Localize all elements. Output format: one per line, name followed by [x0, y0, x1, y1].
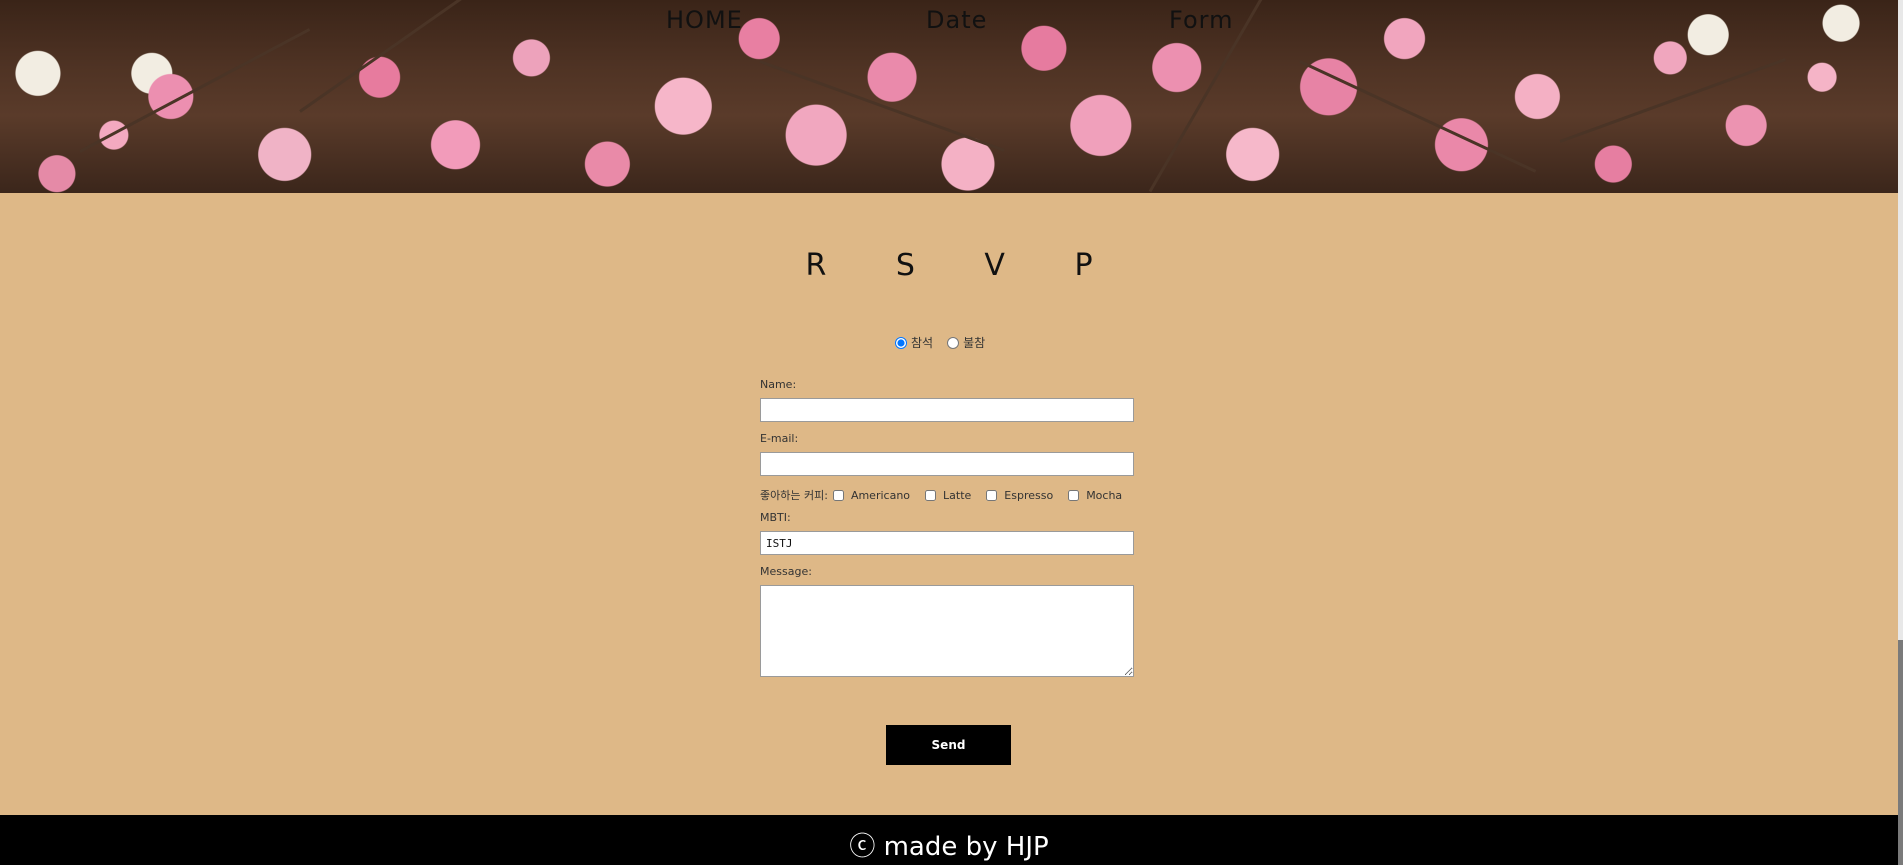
coffee-option-mocha[interactable]: Mocha	[1063, 489, 1122, 502]
nav-link-home[interactable]: HOME	[666, 6, 743, 34]
page-title: R S V P	[805, 248, 1123, 283]
send-button[interactable]: Send	[886, 725, 1011, 765]
coffee-checkbox-group: 좋아하는 커피: Americano Latte Espresso Mocha	[760, 487, 1134, 503]
top-nav: HOME Date Form	[0, 6, 1898, 42]
branch-decor	[1299, 60, 1537, 173]
footer-credit: ⓒ made by HJP	[849, 832, 1049, 862]
espresso-label: Espresso	[1004, 488, 1054, 502]
attend-no-label: 불참	[963, 336, 986, 350]
latte-label: Latte	[943, 488, 972, 502]
email-label: E-mail:	[760, 432, 799, 445]
mocha-checkbox[interactable]	[1068, 489, 1080, 501]
hero-banner-image: HOME Date Form	[0, 0, 1898, 193]
espresso-checkbox[interactable]	[986, 489, 998, 501]
message-textarea[interactable]	[760, 585, 1134, 677]
mbti-field[interactable]	[760, 531, 1134, 555]
page-scrollbar[interactable]	[1898, 0, 1903, 865]
latte-checkbox[interactable]	[925, 489, 937, 501]
attend-yes-option[interactable]: 참석	[895, 334, 933, 351]
attendance-radio-group: 참석 불참	[895, 334, 995, 351]
name-label: Name:	[760, 378, 797, 391]
message-label: Message:	[760, 565, 812, 578]
americano-checkbox[interactable]	[832, 489, 844, 501]
americano-label: Americano	[850, 488, 911, 502]
attend-no-option[interactable]: 불참	[947, 334, 985, 351]
mbti-label: MBTI:	[760, 511, 791, 524]
coffee-option-latte[interactable]: Latte	[920, 489, 971, 502]
nav-link-form[interactable]: Form	[1169, 6, 1233, 34]
mocha-label: Mocha	[1086, 488, 1123, 502]
attend-yes-label: 참석	[911, 336, 934, 350]
coffee-option-espresso[interactable]: Espresso	[981, 489, 1053, 502]
branch-decor	[79, 28, 311, 153]
rsvp-form: Name: E-mail: 좋아하는 커피: Americano Latte E…	[760, 378, 1134, 677]
email-field[interactable]	[760, 452, 1134, 476]
branch-decor	[759, 60, 1005, 152]
attend-no-radio[interactable]	[947, 336, 960, 349]
branch-decor	[1559, 58, 1787, 143]
coffee-option-americano[interactable]: Americano	[828, 489, 910, 502]
coffee-label: 좋아하는 커피:	[760, 489, 828, 502]
attend-yes-radio[interactable]	[895, 336, 907, 349]
scrollbar-thumb[interactable]	[1898, 640, 1903, 865]
name-field[interactable]	[760, 398, 1134, 422]
nav-link-date[interactable]: Date	[926, 6, 987, 34]
footer: ⓒ made by HJP	[0, 815, 1898, 865]
